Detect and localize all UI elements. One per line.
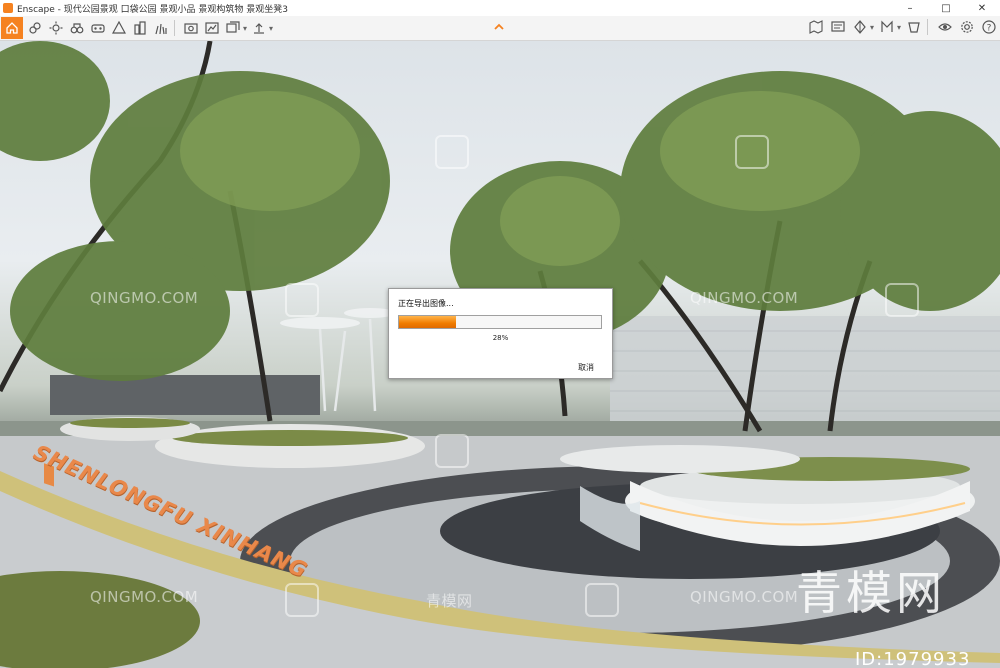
- map-icon: [809, 20, 823, 34]
- export-progress-dialog: 正在导出图像... 28% 取消: [388, 288, 613, 379]
- cancel-button[interactable]: 取消: [578, 362, 594, 373]
- map-button[interactable]: [807, 18, 825, 36]
- vr-button[interactable]: [89, 19, 107, 37]
- visual-icon: [854, 20, 866, 34]
- material-icon: [881, 20, 893, 32]
- toolbar: ▾ ▾ ▾ ▾ ?: [0, 16, 1000, 41]
- upload-dropdown-caret-icon[interactable]: ▾: [269, 24, 273, 33]
- eye-button[interactable]: [936, 18, 954, 36]
- watermark-brand: 青模网: [796, 566, 946, 620]
- export-progress-fill: [399, 316, 456, 328]
- link-icon: [29, 22, 41, 34]
- grass-icon: [155, 23, 167, 35]
- watermark-site: QINGMO.COM: [90, 289, 199, 307]
- asset-icon: [112, 21, 126, 34]
- binoculars-button[interactable]: [68, 19, 86, 37]
- render-button[interactable]: [203, 19, 221, 37]
- eye-icon: [938, 23, 952, 31]
- render-icon: [205, 22, 219, 34]
- toolbar-separator: [174, 20, 175, 36]
- enscape-logo-icon: [3, 3, 13, 13]
- buildings-icon: [134, 21, 146, 35]
- watermark-site: QINGMO.COM: [90, 588, 199, 606]
- watermark-logo-icon: [285, 283, 319, 317]
- display-button[interactable]: [829, 18, 847, 36]
- grass-button[interactable]: [152, 19, 170, 37]
- home-button[interactable]: [1, 17, 23, 39]
- watermark-logo-icon: [735, 135, 769, 169]
- sun-icon: [49, 21, 63, 35]
- batch-button[interactable]: [224, 19, 242, 37]
- batch-dropdown-caret-icon[interactable]: ▾: [243, 24, 247, 33]
- upload-button[interactable]: [250, 19, 268, 37]
- capture-button[interactable]: [182, 19, 200, 37]
- watermark-id: ID:1979933: [855, 649, 971, 668]
- material-button[interactable]: [878, 18, 896, 36]
- close-button[interactable]: ✕: [964, 0, 1000, 16]
- watermark-logo-icon: [285, 583, 319, 617]
- watermark-site-cn: 青模网: [426, 592, 473, 610]
- display-icon: [831, 21, 845, 32]
- sun-button[interactable]: [47, 19, 65, 37]
- watermark-logo-icon: [585, 583, 619, 617]
- upload-icon: [254, 23, 265, 34]
- progress-percent: 28%: [492, 334, 509, 342]
- home-icon: [6, 22, 18, 34]
- settings-button[interactable]: [958, 18, 976, 36]
- window-controls: – □ ✕: [892, 0, 1000, 16]
- link-button[interactable]: [26, 19, 44, 37]
- maximize-button[interactable]: □: [928, 0, 964, 16]
- visual-dropdown-caret-icon[interactable]: ▾: [870, 23, 874, 32]
- vr-icon: [91, 24, 105, 33]
- batch-icon: [226, 21, 240, 33]
- minimize-button[interactable]: –: [892, 0, 928, 16]
- binoculars-icon: [70, 23, 84, 34]
- export-progress-bar: [398, 315, 602, 329]
- toolbar-right: ▾ ▾ ?: [803, 18, 998, 36]
- help-button[interactable]: ?: [980, 18, 998, 36]
- window-title: Enscape - 现代公园景观 口袋公园 景观小品 景观构筑物 景观坐凳3: [17, 4, 288, 15]
- watermark-logo-icon: [885, 283, 919, 317]
- watermark-site: QINGMO.COM: [690, 289, 799, 307]
- palette-button[interactable]: [905, 18, 923, 36]
- toolbar-separator-right: [927, 19, 928, 35]
- watermark-site: QINGMO.COM: [690, 588, 799, 606]
- collapse-chevron-up-icon[interactable]: [492, 20, 506, 34]
- visual-settings-button[interactable]: [851, 18, 869, 36]
- buildings-button[interactable]: [131, 19, 149, 37]
- help-icon: ?: [982, 20, 996, 34]
- dialog-title: 正在导出图像...: [398, 299, 454, 308]
- material-dropdown-caret-icon[interactable]: ▾: [897, 23, 901, 32]
- asset-button[interactable]: [110, 19, 128, 37]
- watermark-logo-icon: [435, 135, 469, 169]
- title-bar: Enscape - 现代公园景观 口袋公园 景观小品 景观构筑物 景观坐凳3 –…: [0, 0, 1000, 17]
- settings-icon: [961, 21, 973, 33]
- capture-icon: [184, 23, 198, 34]
- svg-text:?: ?: [987, 23, 992, 33]
- palette-icon: [908, 22, 920, 33]
- watermark-logo-icon: [435, 434, 469, 468]
